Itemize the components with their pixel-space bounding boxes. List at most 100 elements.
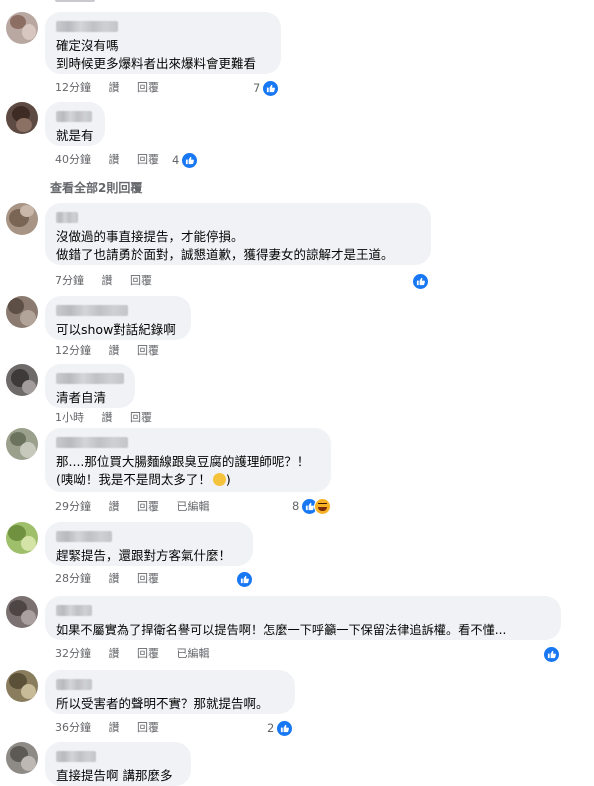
like-button[interactable]: 讚	[109, 344, 120, 358]
like-icon	[543, 645, 560, 663]
like-button[interactable]: 讚	[102, 411, 113, 425]
like-button[interactable]: 讚	[109, 721, 120, 735]
reply-button[interactable]: 回覆	[130, 411, 152, 425]
comment-actions: 7分鐘 讚 回覆	[55, 274, 166, 288]
timestamp[interactable]: 12分鐘	[55, 344, 91, 358]
sweat-smile-icon	[212, 473, 226, 486]
timestamp[interactable]: 29分鐘	[55, 500, 91, 514]
edited-label: 已編輯	[176, 647, 210, 660]
reaction-count: 8	[292, 499, 300, 513]
comment-actions: 32分鐘 讚 回覆 已編輯	[55, 647, 224, 661]
reply-button[interactable]: 回覆	[137, 500, 159, 514]
avatar[interactable]	[6, 742, 38, 774]
comment-bubble: 就是有	[45, 102, 105, 146]
reaction-count: 2	[267, 721, 275, 735]
avatar[interactable]	[6, 102, 38, 134]
comment-text: 做錯了也請勇於面對，誠懇道歉，獲得妻女的諒解才是王道。	[56, 247, 394, 262]
comment-bubble: 所以受害者的聲明不實？那就提告啊。	[45, 670, 295, 714]
reaction-summary[interactable]	[412, 272, 429, 290]
timestamp[interactable]: 1小時	[55, 411, 84, 425]
reply-button[interactable]: 回覆	[137, 81, 159, 95]
comment-actions: 1小時 讚 回覆	[55, 411, 166, 425]
comment-text: 直接提告啊 講那麼多	[56, 768, 173, 783]
like-icon	[262, 79, 280, 97]
comment-actions: 40分鐘 讚 回覆	[55, 153, 173, 167]
avatar[interactable]	[6, 670, 38, 702]
like-icon	[236, 570, 253, 588]
comment-bubble: 如果不屬實為了捍衛名譽可以提告啊！怎麼一下呼籲一下保留法律追訴權。看不懂...	[45, 596, 561, 640]
like-icon	[181, 151, 199, 169]
comment-bubble: 清者自清	[45, 364, 135, 408]
like-button[interactable]: 讚	[109, 81, 120, 95]
comment-text: (咦呦！我是不是問太多了！)	[56, 471, 320, 489]
like-icon	[412, 272, 429, 290]
comment-text: 可以show對話紀錄啊	[56, 322, 176, 337]
previous-comment-meta-partial	[55, 0, 95, 5]
author-name[interactable]	[56, 305, 128, 316]
avatar[interactable]	[6, 596, 38, 628]
timestamp[interactable]: 28分鐘	[55, 572, 91, 586]
author-name[interactable]	[56, 531, 112, 542]
timestamp[interactable]: 40分鐘	[55, 153, 91, 167]
comment-text-part: (咦呦！我是不是問太多了！	[56, 472, 211, 487]
author-name[interactable]	[56, 679, 92, 690]
comment-text: 確定沒有嗎	[56, 38, 119, 53]
reply-button[interactable]: 回覆	[137, 647, 159, 661]
timestamp[interactable]: 12分鐘	[55, 81, 91, 95]
reaction-summary[interactable]	[236, 570, 253, 588]
edited-label: 已編輯	[176, 500, 210, 513]
like-button[interactable]: 讚	[109, 647, 120, 661]
reply-button[interactable]: 回覆	[137, 572, 159, 586]
haha-icon	[314, 497, 332, 515]
author-name[interactable]	[56, 605, 92, 616]
comment-text-part: )	[225, 472, 231, 487]
comment-text: 所以受害者的聲明不實？那就提告啊。	[56, 696, 269, 711]
like-button[interactable]: 讚	[109, 153, 120, 167]
like-button[interactable]: 讚	[109, 572, 120, 586]
comment-bubble: 確定沒有嗎 到時候更多爆料者出來爆料會更難看	[45, 12, 281, 74]
avatar[interactable]	[6, 203, 38, 235]
author-name[interactable]	[56, 751, 96, 762]
reply-button[interactable]: 回覆	[130, 274, 152, 288]
timestamp[interactable]: 36分鐘	[55, 721, 91, 735]
comment-actions: 12分鐘 讚 回覆	[55, 344, 173, 358]
avatar[interactable]	[6, 296, 38, 328]
like-button[interactable]: 讚	[102, 274, 113, 288]
comment-actions: 12分鐘 讚 回覆	[55, 81, 173, 95]
timestamp[interactable]: 7分鐘	[55, 274, 84, 288]
reply-button[interactable]: 回覆	[137, 344, 159, 358]
author-name[interactable]	[56, 437, 128, 448]
comment-bubble: 趕緊提告，還跟對方客氣什麼！	[45, 522, 253, 566]
reaction-summary[interactable]: 8	[292, 497, 332, 515]
comment-text: 清者自清	[56, 390, 107, 405]
comment-actions: 36分鐘 讚 回覆	[55, 721, 173, 735]
comment-text: 沒做過的事直接提告，才能停損。	[56, 229, 244, 244]
author-name[interactable]	[56, 111, 92, 122]
comment-bubble: 沒做過的事直接提告，才能停損。 做錯了也請勇於面對，誠懇道歉，獲得妻女的諒解才是…	[45, 203, 431, 265]
author-name[interactable]	[56, 212, 78, 223]
author-name[interactable]	[56, 373, 124, 384]
reply-button[interactable]: 回覆	[137, 721, 159, 735]
reply-button[interactable]: 回覆	[137, 153, 159, 167]
avatar[interactable]	[6, 12, 38, 44]
reaction-count: 4	[172, 153, 180, 167]
timestamp[interactable]: 32分鐘	[55, 647, 91, 661]
reaction-count: 7	[253, 81, 261, 95]
like-icon	[276, 719, 294, 737]
avatar[interactable]	[6, 522, 38, 554]
see-all-replies-link[interactable]: 查看全部2則回覆	[50, 179, 142, 196]
avatar[interactable]	[6, 428, 38, 460]
comment-actions: 28分鐘 讚 回覆	[55, 572, 173, 586]
author-name[interactable]	[56, 21, 118, 32]
reaction-summary[interactable]: 7	[253, 79, 280, 97]
comment-bubble: 那....那位買大腸麵線跟臭豆腐的護理師呢？！ (咦呦！我是不是問太多了！)	[45, 428, 331, 492]
comment-actions: 29分鐘 讚 回覆 已編輯	[55, 500, 224, 514]
reaction-summary[interactable]	[543, 645, 560, 663]
reaction-summary[interactable]: 2	[267, 719, 294, 737]
avatar[interactable]	[6, 364, 38, 396]
comment-text: 如果不屬實為了捍衛名譽可以提告啊！怎麼一下呼籲一下保留法律追訴權。看不懂...	[56, 623, 507, 637]
like-button[interactable]: 讚	[109, 500, 120, 514]
comment-text: 就是有	[56, 128, 94, 143]
reaction-summary[interactable]: 4	[172, 151, 199, 169]
comment-bubble: 可以show對話紀錄啊	[45, 296, 191, 340]
